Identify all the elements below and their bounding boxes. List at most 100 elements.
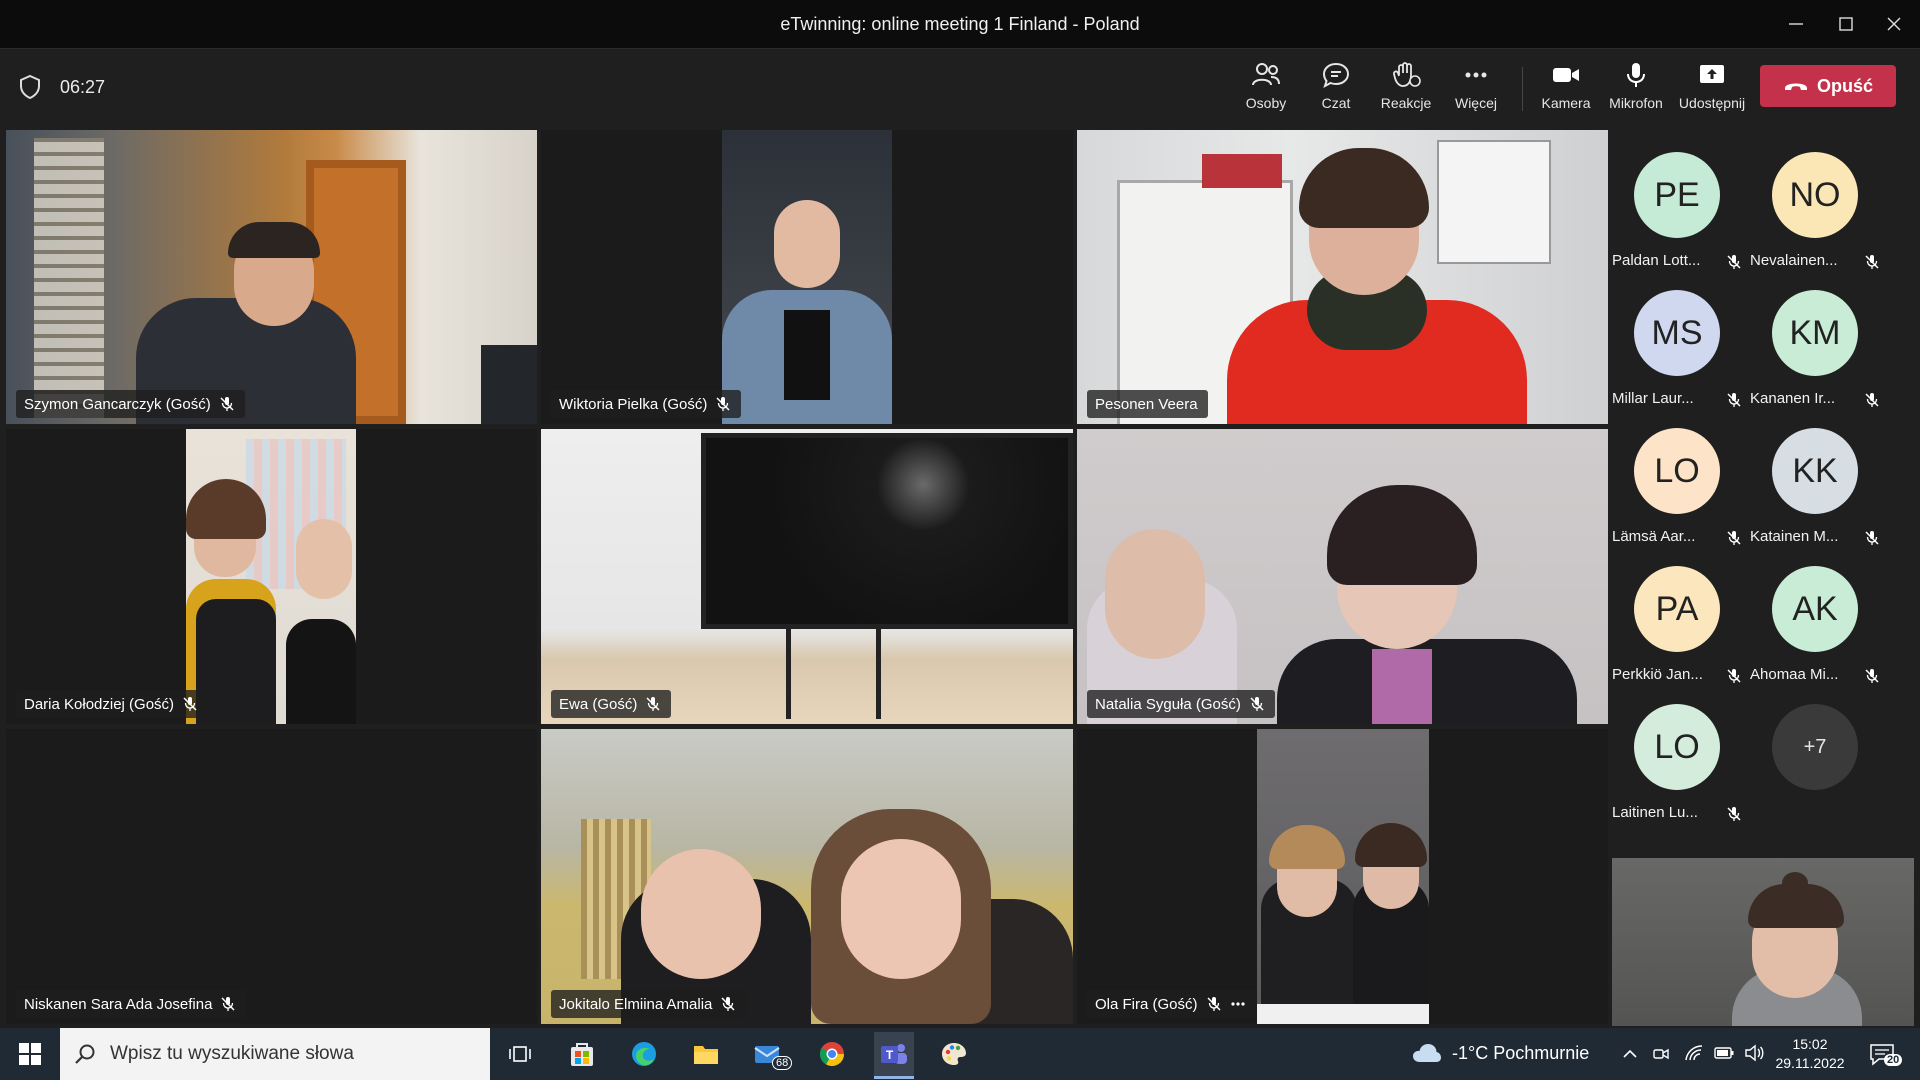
more-participants-count: +7 (1772, 704, 1858, 790)
minimize-button[interactable] (1776, 8, 1816, 40)
taskbar-teams[interactable]: T (874, 1032, 914, 1079)
participant-name: Laitinen Lu... (1612, 804, 1698, 821)
video-feed (1257, 729, 1429, 1024)
maximize-button[interactable] (1826, 8, 1866, 40)
mic-muted-icon (1727, 393, 1741, 407)
leave-label: Opuść (1816, 75, 1873, 96)
participant-nametag: Szymon Gancarczyk (Gość) (16, 390, 245, 418)
video-feed (541, 429, 1073, 724)
people-icon (1252, 63, 1280, 86)
weather-status[interactable]: -1°C Pochmurnie (1452, 1043, 1589, 1064)
participant-nametag: Niskanen Sara Ada Josefina (16, 990, 247, 1018)
roster-participant[interactable]: LO Laitinen Lu... (1612, 692, 1748, 822)
avatar: PE (1634, 152, 1720, 238)
video-feed (541, 729, 1073, 1024)
participant-nametag: Ola Fira (Gość) (1087, 990, 1256, 1018)
more-options-icon[interactable] (1230, 996, 1246, 1012)
participant-name: Paldan Lott... (1612, 252, 1701, 269)
roster-participant[interactable]: MS Millar Laur... (1612, 278, 1748, 408)
chat-icon (1322, 62, 1350, 89)
video-tile[interactable]: Natalia Syguła (Gość) (1077, 429, 1608, 724)
roster-participant[interactable]: NO Nevalainen... (1750, 140, 1886, 270)
video-tile[interactable]: Szymon Gancarczyk (Gość) (6, 130, 537, 424)
roster-participant[interactable]: PA Perkkiö Jan... (1612, 554, 1748, 684)
taskbar-search-box[interactable]: Wpisz tu wyszukiwane słowa (60, 1028, 490, 1080)
battery-icon[interactable] (1714, 1046, 1734, 1060)
mic-muted-icon (1727, 255, 1741, 269)
teams-icon: T (881, 1044, 907, 1064)
chevron-up-icon[interactable] (1622, 1046, 1638, 1062)
taskbar-paint[interactable] (934, 1036, 974, 1072)
window-title: eTwinning: online meeting 1 Finland - Po… (780, 14, 1140, 34)
participant-name: Katainen M... (1750, 528, 1839, 545)
mic-muted-icon (1865, 669, 1879, 683)
share-button[interactable]: Udostępnij (1672, 61, 1752, 121)
participant-name: Daria Kołodziej (Gość) (24, 695, 175, 713)
maximize-icon (1839, 17, 1853, 31)
roster-participant[interactable]: PE Paldan Lott... (1612, 140, 1748, 270)
video-tile[interactable]: Pesonen Veera (1077, 130, 1608, 424)
shield-icon (20, 74, 40, 100)
paint-palette-icon (942, 1043, 966, 1065)
notification-center-button[interactable]: 20 (1862, 1036, 1903, 1072)
store-icon (571, 1043, 593, 1066)
mic-muted-icon (1865, 531, 1879, 545)
mic-button[interactable]: Mikrofon (1598, 61, 1674, 121)
more-button[interactable]: Więcej (1438, 61, 1514, 121)
roster-participant[interactable]: LO Lämsä Aar... (1612, 416, 1748, 546)
video-feed (6, 130, 537, 424)
close-button[interactable] (1874, 8, 1914, 40)
cloud-weather-icon (1413, 1044, 1441, 1062)
wifi-icon[interactable] (1684, 1044, 1704, 1062)
chrome-browser-icon (819, 1042, 844, 1067)
roster-participant[interactable]: KK Katainen M... (1750, 416, 1886, 546)
video-tile[interactable]: Ewa (Gość) (541, 429, 1073, 724)
participant-nametag: Wiktoria Pielka (Gość) (551, 390, 742, 418)
taskbar-store[interactable] (562, 1036, 602, 1072)
roster-participant[interactable]: KM Kananen Ir... (1750, 278, 1886, 408)
leave-button[interactable]: Opuść (1760, 65, 1896, 107)
chat-label: Czat (1321, 95, 1351, 111)
roster-participant[interactable]: AK Ahomaa Mi... (1750, 554, 1886, 684)
participant-name: Natalia Syguła (Gość) (1095, 695, 1241, 713)
meeting-toolbar: 06:27 Osoby Czat Reakcje Więcej Kamera M… (0, 49, 1920, 126)
title-bar: eTwinning: online meeting 1 Finland - Po… (0, 0, 1920, 49)
people-label: Osoby (1245, 95, 1287, 111)
reactions-button[interactable]: Reakcje (1368, 61, 1444, 121)
roster-more-participants[interactable]: +7 (1750, 692, 1886, 822)
taskbar-clock[interactable]: 15:02 29.11.2022 (1770, 1035, 1850, 1073)
participant-name: Millar Laur... (1612, 390, 1694, 407)
search-placeholder: Wpisz tu wyszukiwane słowa (110, 1043, 354, 1064)
chat-button[interactable]: Czat (1298, 61, 1374, 121)
participant-nametag: Pesonen Veera (1087, 390, 1208, 418)
volume-icon[interactable] (1744, 1044, 1764, 1062)
people-button[interactable]: Osoby (1228, 61, 1304, 121)
task-view-button[interactable] (500, 1036, 540, 1072)
share-screen-icon (1700, 65, 1724, 83)
folder-icon (694, 1046, 718, 1064)
camera-button[interactable]: Kamera (1528, 61, 1604, 121)
mail-badge: 68 (772, 1056, 793, 1070)
video-tile[interactable]: Daria Kołodziej (Gość) (6, 429, 537, 724)
video-tile[interactable]: Niskanen Sara Ada Josefina (6, 729, 537, 1024)
video-tile[interactable]: Wiktoria Pielka (Gość) (541, 130, 1073, 424)
mic-muted-icon (1865, 393, 1879, 407)
participant-name: Lämsä Aar... (1612, 528, 1696, 545)
video-tile[interactable]: Jokitalo Elmiina Amalia (541, 729, 1073, 1024)
taskbar-file-explorer[interactable] (686, 1036, 726, 1072)
participant-roster: PE Paldan Lott... NO Nevalainen... MS Mi… (1612, 140, 1912, 822)
self-video-preview[interactable] (1612, 858, 1914, 1026)
video-tile[interactable]: Ola Fira (Gość) (1077, 729, 1608, 1024)
task-view-icon (509, 1046, 531, 1062)
mic-muted-icon (220, 397, 234, 411)
taskbar-chrome[interactable] (812, 1036, 852, 1072)
participant-nametag: Ewa (Gość) (551, 690, 672, 718)
taskbar-mail[interactable]: 68 (748, 1036, 793, 1072)
meet-now-icon[interactable] (1652, 1045, 1670, 1063)
participant-nametag: Natalia Syguła (Gość) (1087, 690, 1275, 718)
start-button[interactable] (10, 1036, 50, 1072)
camera-icon (1553, 68, 1579, 82)
video-feed (722, 130, 892, 424)
mic-muted-icon (716, 397, 730, 411)
taskbar-edge[interactable] (624, 1036, 664, 1072)
